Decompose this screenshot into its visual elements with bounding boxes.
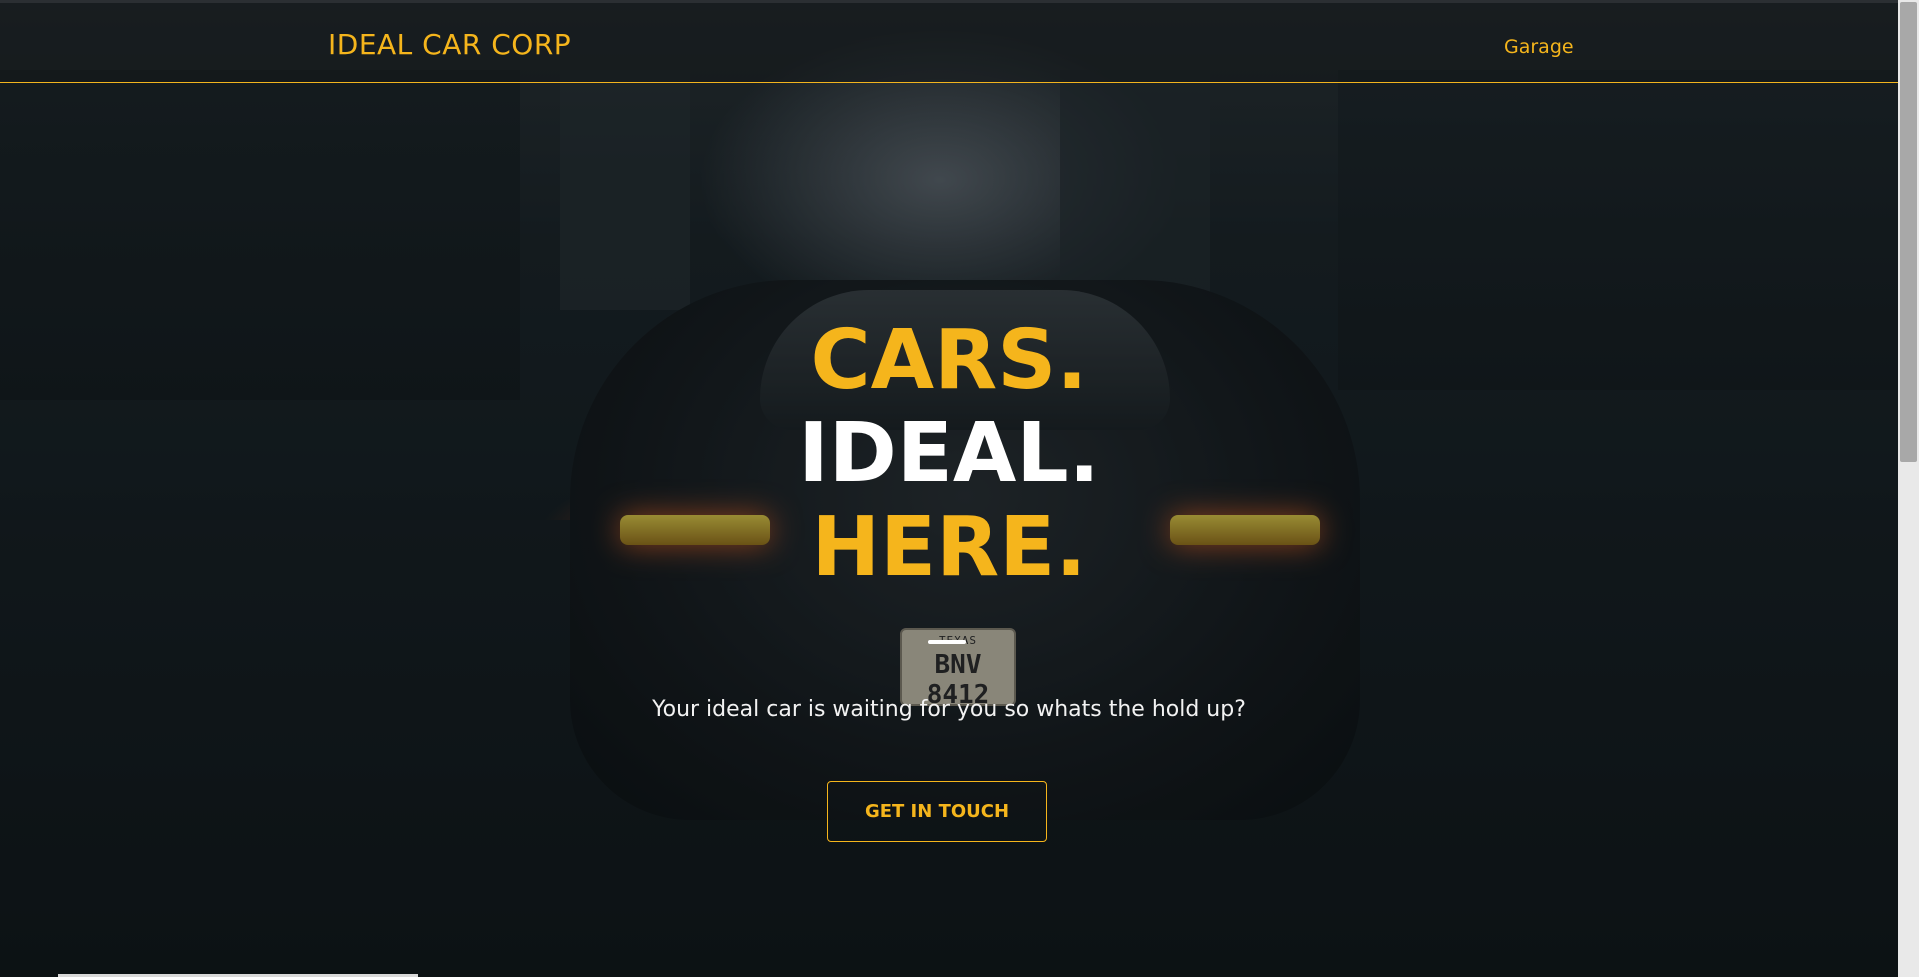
headline-line-1: CARS. xyxy=(810,313,1088,408)
hero-tagline: Your ideal car is waiting for you so wha… xyxy=(652,697,1246,722)
brand-logo-link[interactable]: IDEAL CAR CORP xyxy=(328,28,571,61)
get-in-touch-button[interactable]: GET IN TOUCH xyxy=(827,781,1047,842)
headline-divider xyxy=(928,640,966,644)
headline-line-3: HERE. xyxy=(811,500,1087,595)
headline-line-2: IDEAL. xyxy=(798,406,1100,501)
scrollbar-thumb[interactable] xyxy=(1900,2,1917,462)
top-navbar: IDEAL CAR CORP Garage xyxy=(0,0,1898,83)
nav-link-garage[interactable]: Garage xyxy=(1504,36,1574,58)
page-viewport: TEXAS BNV 8412 CARS. IDEAL. HERE. Your i… xyxy=(0,0,1898,977)
